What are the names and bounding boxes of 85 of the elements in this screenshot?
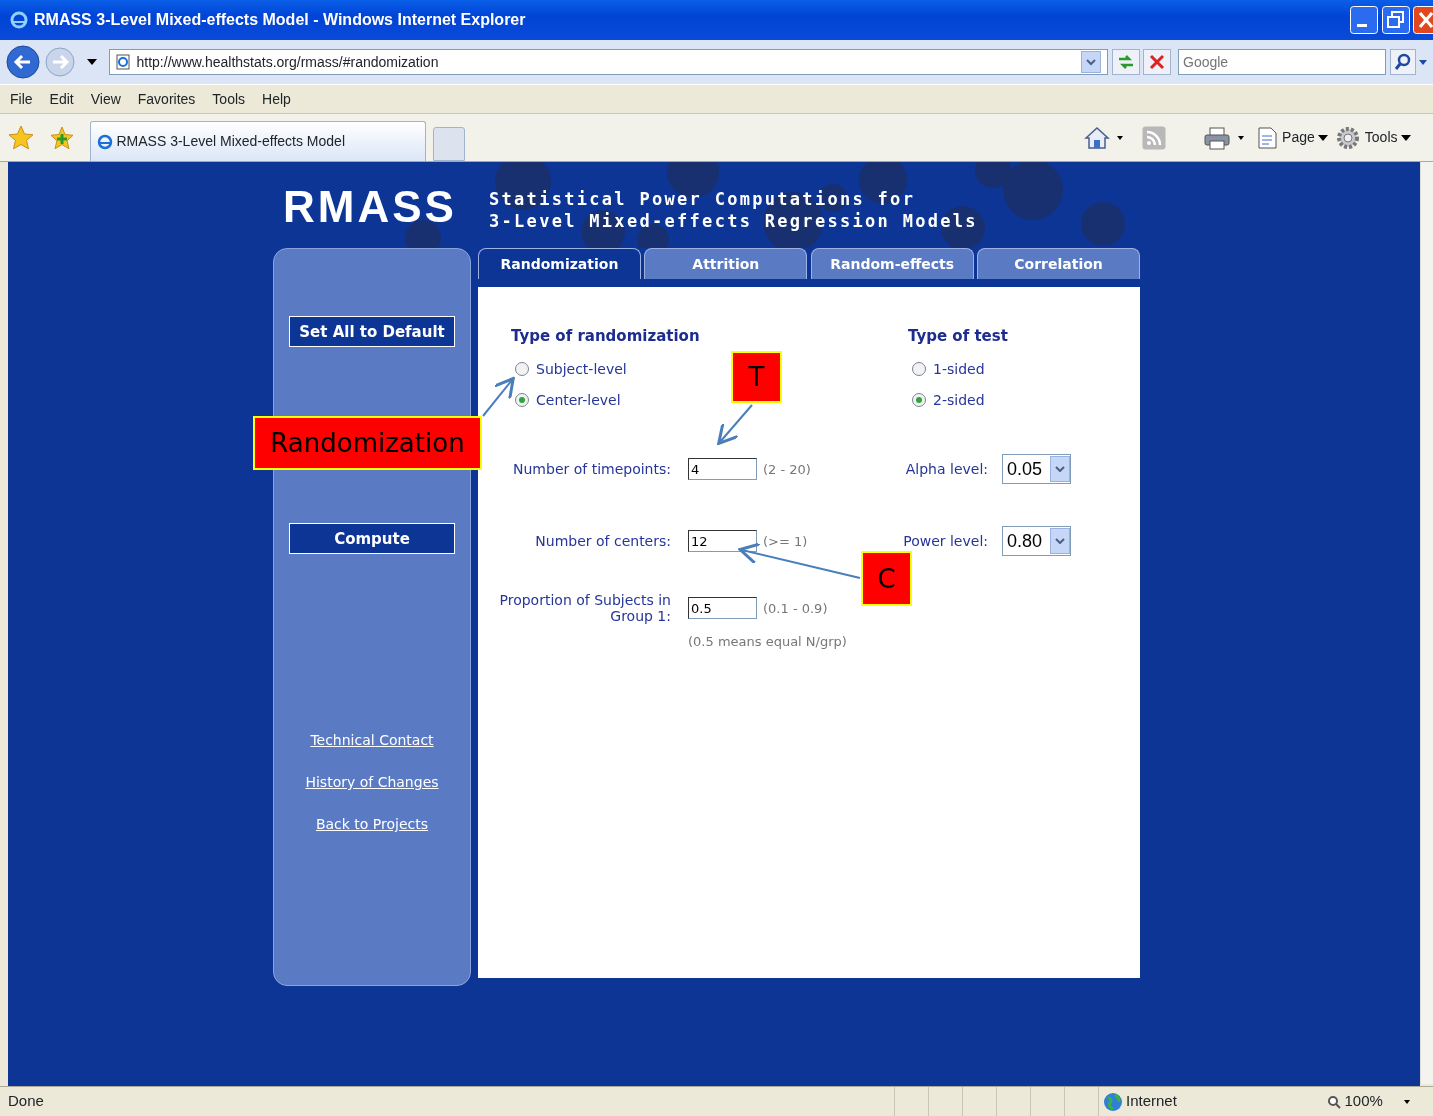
sidebar-link[interactable]: Technical Contact — [310, 732, 434, 748]
restore-icon[interactable] — [1381, 6, 1410, 34]
sidebar-button[interactable]: Compute — [289, 523, 455, 554]
window-title: RMASS 3-Level Mixed-effects Model - Windows Internet Explorer — [34, 10, 526, 30]
caret-icon — [1401, 134, 1411, 141]
caret-icon[interactable] — [1116, 135, 1123, 140]
sidebar-link[interactable]: History of Changes — [305, 774, 439, 790]
tab[interactable]: Random-effects — [810, 248, 974, 279]
globe-icon — [1102, 1091, 1123, 1112]
menu-item[interactable]: Help — [262, 88, 291, 110]
caret-icon[interactable] — [87, 59, 97, 65]
page-menu-button[interactable]: Page — [1256, 125, 1329, 150]
input-field[interactable]: 0.5 — [688, 597, 757, 619]
menu-item[interactable]: Tools — [212, 88, 246, 110]
search-icon[interactable] — [1389, 49, 1416, 75]
caret-icon — [1404, 1099, 1411, 1104]
browser-logo-icon — [97, 133, 113, 150]
field-label: Proportion of Subjects in Group 1: — [498, 592, 671, 624]
site-subtitle: 3-Level Mixed-effects Regression Models — [489, 210, 978, 232]
sidebar-link[interactable]: Back to Projects — [315, 816, 429, 832]
page-icon — [115, 54, 130, 70]
tab[interactable]: Correlation — [977, 248, 1140, 279]
tab[interactable]: Attrition — [644, 248, 808, 279]
dropdown[interactable]: 0.80 — [1002, 526, 1071, 556]
close-icon[interactable] — [1413, 6, 1433, 34]
site-logo: RMASS — [283, 182, 457, 232]
status-text: Done — [8, 1091, 44, 1112]
address-field[interactable]: http://www.healthstats.org/rmass/#randomization — [108, 49, 1108, 75]
scrollbar[interactable] — [1420, 162, 1433, 1084]
back-icon[interactable] — [6, 45, 40, 79]
refresh-icon[interactable] — [1111, 49, 1140, 75]
radio-button[interactable] — [515, 362, 529, 376]
field-label: Power level: — [902, 533, 988, 549]
callout-label: T — [731, 351, 782, 403]
radio-button[interactable] — [912, 393, 926, 407]
browser-logo-icon — [10, 11, 28, 29]
arrow — [482, 376, 515, 417]
field-label: Number of centers: — [534, 533, 671, 549]
input-field[interactable]: 12 — [688, 530, 757, 552]
callout-label: C — [861, 551, 912, 606]
input-field[interactable]: 4 — [688, 458, 757, 480]
zone-text: Internet — [1126, 1091, 1177, 1112]
callout-label: Randomization — [253, 416, 482, 470]
caret-icon — [1318, 134, 1329, 141]
radio-label: 1-sided — [933, 361, 985, 377]
dropdown-icon[interactable] — [1081, 51, 1101, 73]
site-subtitle: Statistical Power Computations for — [489, 188, 917, 210]
arrow — [717, 404, 753, 445]
zoom-button[interactable]: 100% — [1313, 1087, 1433, 1116]
hint-text: (0.5 means equal N/grp) — [688, 634, 848, 649]
magnifier-icon — [1327, 1094, 1341, 1109]
field-label: Number of timepoints: — [512, 461, 671, 477]
search-field[interactable]: Google — [1178, 49, 1386, 75]
hint-text: (0.1 - 0.9) — [763, 600, 829, 616]
field-label: Alpha level: — [904, 461, 988, 477]
radio-label: 2-sided — [933, 392, 985, 408]
caret-icon — [1055, 466, 1065, 472]
caret-icon — [1055, 538, 1065, 544]
page-icon — [1256, 125, 1279, 150]
radio-button[interactable] — [912, 362, 926, 376]
star-icon[interactable] — [8, 124, 34, 151]
browser-tab[interactable]: RMASS 3-Level Mixed-effects Model — [90, 121, 426, 161]
tools-menu-button[interactable]: Tools — [1335, 124, 1411, 151]
section-heading: Type of randomization — [511, 327, 701, 345]
stop-icon[interactable] — [1143, 49, 1171, 75]
minimize-icon[interactable] — [1350, 6, 1378, 34]
hint-text: (2 - 20) — [763, 461, 812, 477]
home-icon[interactable] — [1083, 125, 1110, 150]
caret-icon[interactable] — [1419, 59, 1427, 65]
radio-label: Center-level — [536, 392, 621, 408]
dropdown[interactable]: 0.05 — [1002, 454, 1071, 484]
menu-item[interactable]: Edit — [49, 88, 74, 110]
radio-label: Subject-level — [536, 361, 627, 377]
menu-item[interactable]: View — [90, 88, 121, 110]
menu-item[interactable]: File — [10, 88, 33, 110]
sidebar-button[interactable]: Set All to Default — [289, 316, 455, 347]
gear-icon — [1335, 124, 1362, 151]
hint-text: (>= 1) — [763, 533, 809, 549]
add-favorite-icon[interactable] — [49, 124, 75, 151]
tab[interactable]: Randomization — [478, 248, 641, 279]
section-heading: Type of test — [908, 327, 1009, 345]
radio-button[interactable] — [515, 393, 529, 407]
caret-icon[interactable] — [1237, 135, 1244, 140]
menu-item[interactable]: Favorites — [137, 88, 196, 110]
printer-icon[interactable] — [1202, 125, 1231, 150]
